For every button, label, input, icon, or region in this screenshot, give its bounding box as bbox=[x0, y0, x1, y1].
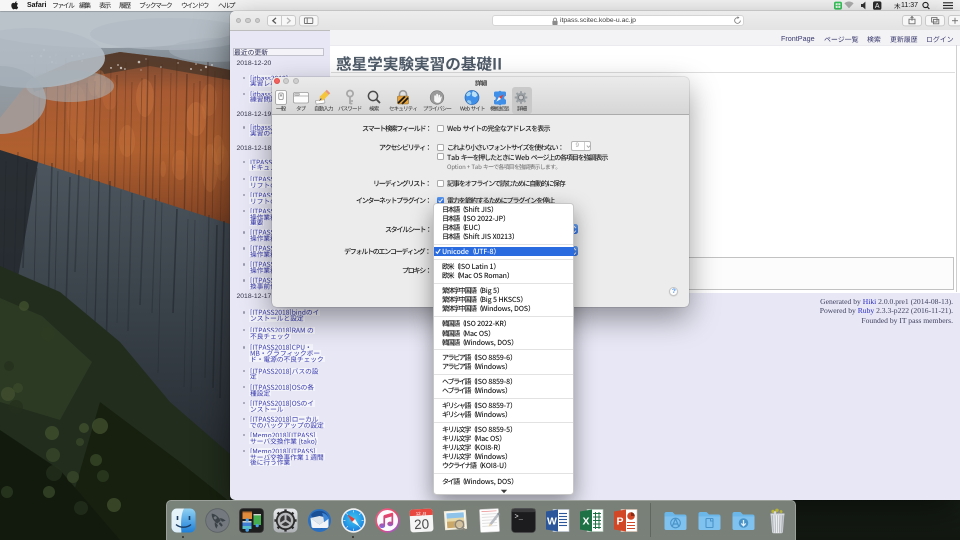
svg-text:W: W bbox=[547, 515, 557, 527]
svg-text:20: 20 bbox=[413, 516, 429, 532]
svg-text:X: X bbox=[582, 515, 589, 527]
svg-text:>_: >_ bbox=[514, 513, 523, 521]
svg-text:P: P bbox=[616, 515, 623, 527]
svg-text:12: 12 bbox=[415, 510, 421, 515]
svg-text:A: A bbox=[875, 3, 880, 10]
